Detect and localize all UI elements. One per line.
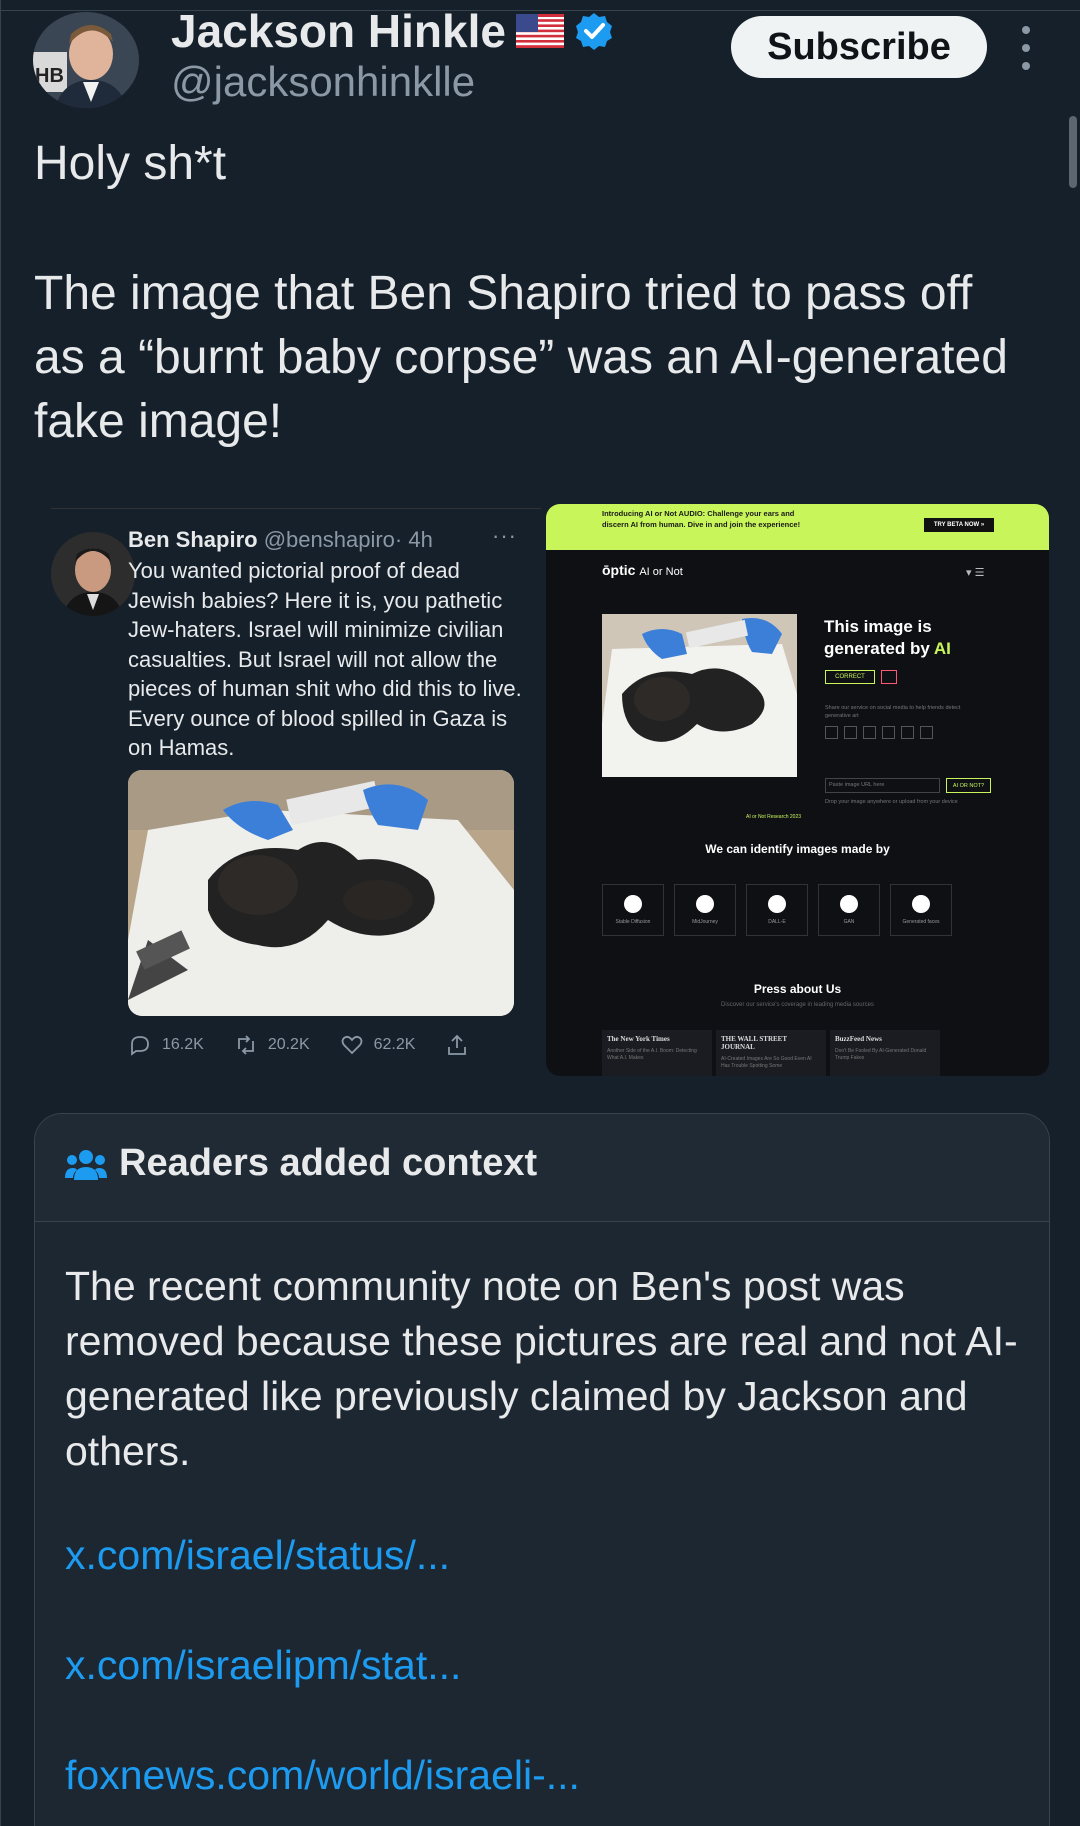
optic-model-list: Stable Diffusion MidJourney DALL-E GAN G…	[602, 884, 952, 936]
quoted-like-count: 62.2K	[373, 1036, 416, 1053]
people-icon	[65, 1150, 107, 1180]
optic-drop-text: Drop your image anywhere or upload from …	[825, 799, 958, 805]
svg-text:HB: HB	[35, 65, 64, 87]
quoted-photo	[128, 770, 514, 1016]
author-name-row[interactable]: Jackson Hinkle	[171, 4, 614, 58]
us-flag-icon	[515, 14, 564, 48]
model-icon	[696, 895, 714, 913]
model-card: GAN	[818, 884, 880, 936]
retweet-icon	[237, 1035, 254, 1055]
scrollbar-thumb[interactable]	[1069, 116, 1077, 188]
optic-logo-sub: AI or Not	[639, 566, 683, 578]
quoted-reply-count: 16.2K	[162, 1036, 204, 1053]
quoted-avatar	[51, 532, 135, 616]
quoted-retweet-count: 20.2K	[267, 1036, 310, 1053]
model-card: MidJourney	[674, 884, 736, 936]
optic-beta-button: TRY BETA NOW »	[924, 518, 994, 532]
optic-press-sub: Discover our service's coverage in leadi…	[721, 1002, 874, 1008]
post-text-body: The image that Ben Shapiro tried to pass…	[34, 267, 1008, 448]
optic-result-ai: AI	[933, 639, 951, 658]
note-link-3[interactable]: foxnews.com/world/israeli-...	[65, 1752, 580, 1799]
model-card: Generated faces	[890, 884, 952, 936]
optic-logo: ōptic AI or Not	[602, 562, 683, 578]
model-card: Stable Diffusion	[602, 884, 664, 936]
optic-check-button: AI OR NOT?	[946, 778, 991, 793]
quoted-like: 62.2K	[340, 1033, 416, 1057]
quoted-action-bar: 16.2K 20.2K 62.2K	[128, 1033, 508, 1057]
optic-menu-icon: ▾ ☰	[966, 567, 985, 579]
post-text-line1: Holy sh*t	[34, 137, 227, 190]
quoted-time: · 4h	[394, 527, 433, 552]
quoted-divider	[51, 508, 541, 509]
quoted-name: Ben Shapiro	[128, 527, 258, 552]
optic-identify-title: We can identify images made by	[705, 842, 890, 856]
quoted-more-icon: ···	[492, 523, 517, 548]
more-options-icon[interactable]	[1011, 26, 1041, 70]
quoted-share	[445, 1033, 469, 1057]
model-icon	[840, 895, 858, 913]
model-icon	[768, 895, 786, 913]
optic-share-text: Share our service on social media to hel…	[825, 705, 961, 719]
author-handle[interactable]: @jacksonhinklle	[171, 58, 475, 106]
author-display-name[interactable]: Jackson Hinkle	[171, 4, 506, 58]
subscribe-button[interactable]: Subscribe	[731, 16, 987, 78]
optic-news-list: The New York Times Another Side of the A.…	[602, 1030, 940, 1076]
optic-banner-text: Introducing AI or Not AUDIO: Challenge y…	[602, 509, 801, 529]
note-link-2[interactable]: x.com/israelipm/stat...	[65, 1642, 461, 1689]
optic-wrong-button	[881, 670, 897, 684]
news-card: BuzzFeed News Don't Be Fooled By AI-Gener…	[830, 1030, 940, 1076]
community-note: Readers added context The recent communi…	[34, 1113, 1050, 1826]
quoted-handle: @benshapiro	[263, 527, 395, 552]
optic-result-text: This image is generated by AI	[824, 616, 1004, 660]
optic-press-title: Press about Us	[753, 982, 842, 996]
quoted-tweet-screenshot: Ben Shapiro @benshapiro· 4h ··· You want…	[51, 510, 541, 1070]
note-link-1[interactable]: x.com/israel/status/...	[65, 1532, 450, 1579]
news-card: The New York Times Another Side of the A.…	[602, 1030, 712, 1076]
optic-result-prefix: This image is generated by	[824, 617, 934, 658]
reply-icon	[131, 1036, 149, 1056]
quoted-header: Ben Shapiro @benshapiro· 4h	[128, 527, 433, 553]
optic-banner: Introducing AI or Not AUDIO: Challenge y…	[546, 504, 1049, 550]
tweet-detail-view: HB Jackson Hinkle @jacksonhinklle Subscr…	[0, 0, 1080, 1826]
author-avatar[interactable]: HB	[33, 12, 139, 108]
optic-logo-text: ōptic	[602, 562, 636, 578]
optic-correct-button: CORRECT	[825, 670, 875, 684]
news-card: THE WALL STREET JOURNAL AI-Created Images…	[716, 1030, 826, 1076]
community-note-title: Readers added context	[119, 1142, 538, 1184]
community-note-body: The recent community note on Ben's post …	[65, 1263, 1018, 1474]
optic-screenshot: Introducing AI or Not AUDIO: Challenge y…	[546, 504, 1049, 1076]
model-icon	[912, 895, 930, 913]
heart-icon	[341, 1035, 363, 1055]
model-icon	[624, 895, 642, 913]
optic-research-link: AI or Not Research 2023	[746, 814, 802, 820]
quoted-reply: 16.2K	[128, 1033, 204, 1057]
share-icon	[448, 1034, 467, 1055]
optic-analyzed-photo	[602, 614, 797, 777]
verified-badge-icon	[575, 13, 612, 50]
community-note-header: Readers added context	[35, 1114, 1049, 1222]
post-image[interactable]: Ben Shapiro @benshapiro· 4h ··· You want…	[51, 500, 1049, 1078]
model-card: DALL-E	[746, 884, 808, 936]
optic-social-icons	[825, 726, 933, 739]
quoted-text: You wanted pictorial proof of dead Jewis…	[128, 558, 522, 760]
optic-url-input: Paste image URL here	[825, 778, 940, 793]
quoted-retweet: 20.2K	[234, 1033, 310, 1057]
